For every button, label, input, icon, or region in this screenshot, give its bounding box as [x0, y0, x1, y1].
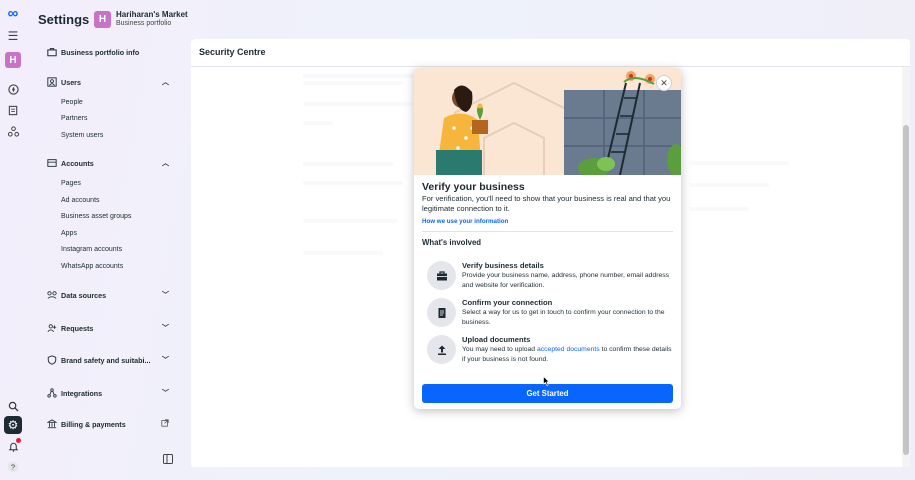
sidebar-subitem-ad-accounts[interactable]: Ad accounts — [61, 197, 100, 204]
business-subtitle: Business portfolio — [116, 20, 172, 27]
sidebar-item-brand-safety[interactable]: Brand safety and suitabi... ﹀ — [46, 352, 176, 368]
chevron-down-icon[interactable]: ﹀ — [162, 388, 169, 398]
sidebar-subitem-whatsapp-accounts[interactable]: WhatsApp accounts — [61, 263, 123, 270]
menu-icon[interactable]: ☰ — [4, 27, 22, 45]
dialog-divider — [422, 231, 673, 232]
step-description: Provide your business name, address, pho… — [462, 272, 670, 289]
page-title: Security Centre — [199, 47, 266, 57]
document-icon — [427, 298, 456, 327]
sidebar-item-data-sources[interactable]: Data sources ﹀ — [46, 287, 176, 303]
dialog-description: For verification, you'll need to show th… — [422, 194, 671, 213]
upload-icon — [427, 335, 456, 364]
sidebar-subitem-business-asset-groups[interactable]: Business asset groups — [61, 213, 131, 220]
close-icon[interactable]: ✕ — [656, 75, 672, 91]
users-icon — [46, 77, 57, 88]
data-sources-icon — [46, 290, 57, 301]
sidebar-subitem-apps[interactable]: Apps — [61, 230, 77, 237]
chevron-down-icon[interactable]: ﹀ — [162, 290, 169, 300]
step-confirm-connection: Confirm your connection Select a way for… — [427, 298, 672, 330]
step-title: Verify business details — [462, 261, 544, 270]
accepted-documents-link[interactable]: accepted documents — [537, 346, 600, 353]
notification-dot — [16, 438, 21, 443]
sidebar-item-accounts[interactable]: Accounts ︿ — [46, 155, 176, 171]
sidebar-item-users[interactable]: Users ︿ — [46, 74, 176, 90]
briefcase-icon — [46, 47, 57, 58]
sidebar-item-portfolio-info[interactable]: Business portfolio info — [46, 44, 176, 60]
sidebar-item-label: Integrations — [61, 388, 103, 398]
hero-illustration — [414, 68, 681, 175]
chevron-down-icon[interactable]: ﹀ — [162, 323, 169, 333]
pages-icon[interactable] — [4, 101, 22, 119]
chevron-up-icon[interactable]: ︿ — [162, 158, 169, 168]
compass-icon[interactable] — [4, 80, 22, 98]
sidebar-item-label: Billing & payments — [61, 419, 126, 429]
sidebar-subitem-partners[interactable]: Partners — [61, 115, 87, 122]
sidebar-subitem-pages[interactable]: Pages — [61, 180, 81, 187]
left-rail: ∞ ☰ H ⚙ ? — [0, 0, 26, 480]
sidebar-item-label: Requests — [61, 323, 94, 333]
step-title: Confirm your connection — [462, 298, 553, 307]
sidebar-subitem-system-users[interactable]: System users — [61, 132, 103, 139]
svg-text:?: ? — [11, 463, 15, 472]
sidebar-item-label: Data sources — [61, 290, 107, 300]
sidebar-item-label: Accounts — [61, 158, 94, 168]
meta-logo-icon[interactable]: ∞ — [4, 4, 22, 22]
verify-business-dialog: ✕ Verify your business For verification,… — [414, 68, 681, 409]
step-upload-documents: Upload documents You may need to upload … — [427, 335, 672, 367]
help-icon[interactable]: ? — [4, 458, 22, 476]
search-icon[interactable] — [4, 397, 22, 415]
sidebar-item-billing[interactable]: Billing & payments — [46, 416, 176, 432]
sidebar-item-integrations[interactable]: Integrations ﹀ — [46, 385, 176, 401]
shield-icon — [46, 355, 57, 366]
whats-involved-heading: What's involved — [422, 238, 482, 247]
sidebar-item-requests[interactable]: Requests ﹀ — [46, 320, 176, 336]
scrollbar-thumb[interactable] — [903, 125, 909, 455]
step-description: Select a way for us to get in touch to c… — [462, 309, 665, 326]
integrations-icon — [46, 388, 57, 399]
accounts-icon — [46, 158, 57, 169]
how-we-use-info-link[interactable]: How we use your information — [422, 218, 508, 225]
requests-icon — [46, 323, 57, 334]
step-title: Upload documents — [462, 335, 531, 344]
step-description: You may need to upload accepted document… — [462, 345, 674, 364]
chevron-down-icon[interactable]: ﹀ — [162, 355, 169, 365]
bell-icon[interactable] — [4, 437, 22, 455]
sidebar-item-label: Business portfolio info — [61, 47, 140, 57]
step-description-text: You may need to upload — [462, 346, 536, 353]
sidebar-subitem-instagram-accounts[interactable]: Instagram accounts — [61, 246, 122, 253]
external-link-icon[interactable] — [161, 419, 169, 429]
chevron-up-icon[interactable]: ︿ — [162, 77, 169, 87]
network-icon[interactable] — [4, 122, 22, 140]
gear-icon[interactable]: ⚙ — [4, 416, 22, 434]
rail-business-avatar[interactable]: H — [5, 52, 21, 68]
sidebar-subitem-people[interactable]: People — [61, 99, 83, 106]
bank-icon — [46, 419, 57, 430]
business-avatar[interactable]: H — [94, 11, 111, 28]
step-verify-business-details: Verify business details Provide your bus… — [427, 261, 672, 293]
dialog-title: Verify your business — [422, 181, 525, 193]
sidebar-item-label: Users — [61, 77, 81, 87]
settings-title: Settings — [38, 12, 90, 27]
mouse-cursor-icon — [543, 375, 550, 388]
business-name[interactable]: Hariharan's Market — [116, 10, 188, 19]
sidebar-item-label: Brand safety and suitabi... — [61, 355, 151, 365]
briefcase-icon — [427, 261, 456, 290]
collapse-sidebar-icon[interactable] — [163, 451, 173, 464]
